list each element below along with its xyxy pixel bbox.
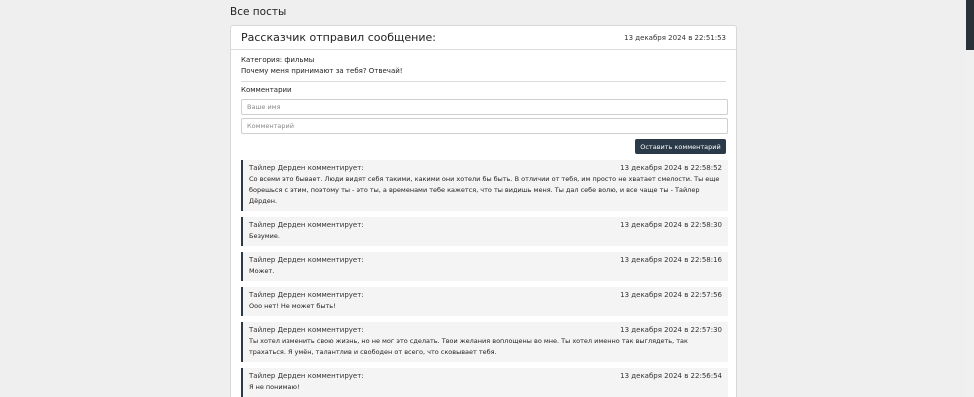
post-date: 13 декабря 2024 в 22:51:53 [624,33,726,42]
comment-header: Тайлер Дерден комментирует: 13 декабря 2… [249,325,722,336]
comment-header: Тайлер Дерден комментирует: 13 декабря 2… [249,290,722,301]
comment-date: 13 декабря 2024 в 22:58:16 [620,256,722,264]
comment-item: Тайлер Дерден комментирует: 13 декабря 2… [241,322,728,362]
comment-text: Ты хотел изменить свою жизнь, но не мог … [249,337,688,356]
comment-textarea[interactable] [241,118,728,134]
comment-author: Тайлер Дерден комментирует: [249,326,364,334]
comment-author: Тайлер Дерден комментирует: [249,291,364,299]
comment-date: 13 декабря 2024 в 22:57:30 [620,326,722,334]
comment-date: 13 декабря 2024 в 22:58:52 [620,164,722,172]
name-input[interactable] [241,99,728,115]
comment-item: Тайлер Дерден комментирует: 13 декабря 2… [241,217,728,246]
comment-item: Тайлер Дерден комментирует: 13 декабря 2… [241,287,728,316]
comment-text: Я не понимаю! [249,383,300,391]
post-category: Категория: фильмы [241,56,315,64]
page-title: Все посты [230,6,287,18]
scrollbar-thumb[interactable] [966,0,974,50]
post-body: Категория: фильмы Почему меня принимают … [231,50,736,397]
comment-header: Тайлер Дерден комментирует: 13 декабря 2… [249,220,722,231]
comments-label: Комментарии [241,86,292,94]
comment-author: Тайлер Дерден комментирует: [249,221,364,229]
comment-item: Тайлер Дерден комментирует: 13 декабря 2… [241,160,728,211]
comment-date: 13 декабря 2024 в 22:57:56 [620,291,722,299]
comment-text: Безумие. [249,232,280,240]
divider [241,81,726,82]
post-card: Рассказчик отправил сообщение: 13 декабр… [230,25,737,397]
comment-item: Тайлер Дерден комментирует: 13 декабря 2… [241,368,728,397]
page-scrollbar[interactable] [966,0,974,397]
button-row: Оставить комментарий [241,139,726,154]
post-title: Рассказчик отправил сообщение: [241,31,436,44]
comment-text: Со всеми это бывает. Люди видят себя так… [249,175,720,205]
comment-date: 13 декабря 2024 в 22:58:30 [620,221,722,229]
comment-header: Тайлер Дерден комментирует: 13 декабря 2… [249,163,722,174]
submit-comment-button[interactable]: Оставить комментарий [635,139,726,154]
comment-header: Тайлер Дерден комментирует: 13 декабря 2… [249,371,722,382]
comment-author: Тайлер Дерден комментирует: [249,164,364,172]
post-header: Рассказчик отправил сообщение: 13 декабр… [231,26,736,50]
comment-author: Тайлер Дерден комментирует: [249,256,364,264]
comment-item: Тайлер Дерден комментирует: 13 декабря 2… [241,252,728,281]
comment-text: Может. [249,267,275,275]
comment-date: 13 декабря 2024 в 22:56:54 [620,372,722,380]
post-text: Почему меня принимают за тебя? Отвечай! [241,67,403,75]
comment-text: Ооо нет! Не может быть! [249,302,336,310]
comment-header: Тайлер Дерден комментирует: 13 декабря 2… [249,255,722,266]
comment-author: Тайлер Дерден комментирует: [249,372,364,380]
comments-list: Тайлер Дерден комментирует: 13 декабря 2… [241,160,728,397]
